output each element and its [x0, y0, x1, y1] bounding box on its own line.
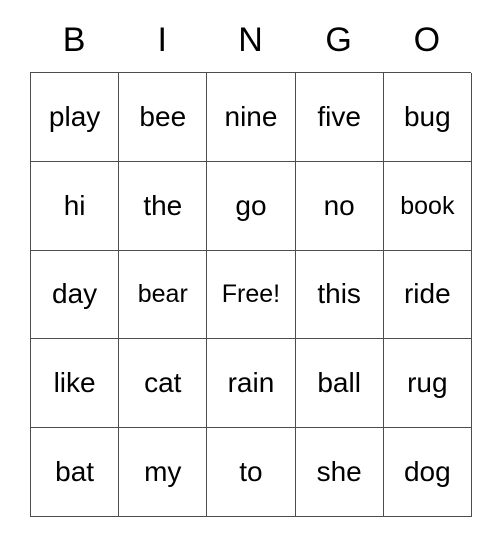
bingo-row: day bear Free! this ride	[31, 250, 472, 340]
bingo-header-row: B I N G O	[30, 0, 471, 72]
bingo-cell[interactable]: rug	[383, 339, 472, 429]
bingo-header-letter-b: B	[62, 21, 86, 59]
bingo-cell[interactable]: to	[207, 428, 296, 517]
bingo-cell[interactable]: this	[295, 250, 384, 340]
bingo-cell[interactable]: go	[207, 161, 296, 251]
bingo-cell[interactable]: she	[295, 428, 384, 517]
bingo-row: play bee nine five bug	[31, 73, 472, 162]
bingo-cell[interactable]: play	[31, 73, 120, 162]
bingo-cell[interactable]: ball	[295, 339, 384, 429]
bingo-cell[interactable]: day	[31, 250, 120, 340]
bingo-cell[interactable]: hi	[31, 161, 120, 251]
bingo-cell[interactable]: the	[119, 161, 208, 251]
bingo-cell[interactable]: my	[119, 428, 208, 517]
bingo-cell[interactable]: nine	[207, 73, 296, 162]
bingo-header-letter-o: O	[413, 21, 441, 59]
bingo-grid: play bee nine five bug hi the go no book…	[30, 72, 472, 517]
bingo-cell[interactable]: dog	[383, 428, 472, 517]
bingo-cell[interactable]: ride	[383, 250, 472, 340]
bingo-row: bat my to she dog	[31, 428, 472, 517]
bingo-row: like cat rain ball rug	[31, 339, 472, 429]
bingo-cell[interactable]: no	[295, 161, 384, 251]
bingo-cell[interactable]: bat	[31, 428, 120, 517]
bingo-cell[interactable]: bee	[119, 73, 208, 162]
bingo-cell[interactable]: cat	[119, 339, 208, 429]
bingo-header-letter-n: N	[238, 21, 263, 59]
bingo-cell[interactable]: bug	[383, 73, 472, 162]
bingo-row: hi the go no book	[31, 161, 472, 251]
bingo-header-letter-g: G	[325, 21, 352, 59]
bingo-free-space-cell[interactable]: Free!	[207, 250, 296, 340]
bingo-cell[interactable]: bear	[119, 250, 208, 340]
bingo-cell[interactable]: five	[295, 73, 384, 162]
bingo-header-letter-i: I	[157, 21, 167, 59]
bingo-cell[interactable]: book	[383, 161, 472, 251]
bingo-cell[interactable]: rain	[207, 339, 296, 429]
bingo-card: B I N G O play bee nine five bug hi the …	[30, 0, 472, 517]
bingo-cell[interactable]: like	[31, 339, 120, 429]
